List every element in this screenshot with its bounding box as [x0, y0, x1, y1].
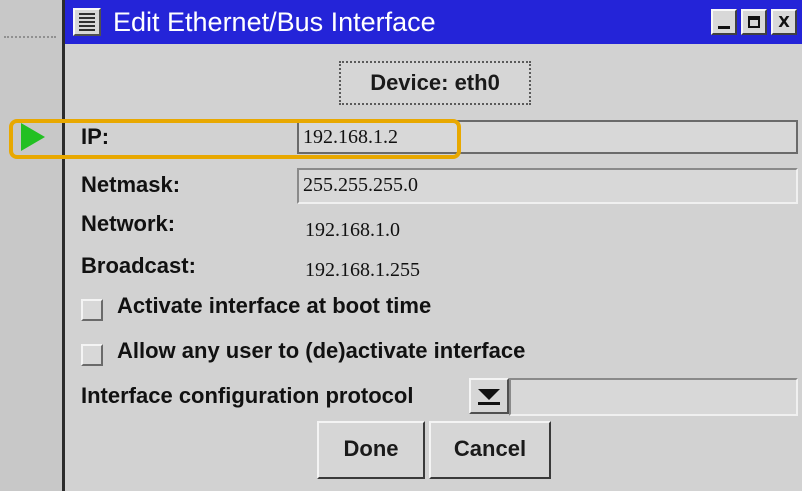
maximize-button[interactable] [741, 9, 767, 35]
dropdown-bar-icon [478, 402, 500, 405]
broadcast-label: Broadcast: [81, 253, 196, 278]
close-button[interactable]: X [771, 9, 797, 35]
allow-any-user-checkbox[interactable] [81, 344, 103, 366]
device-button[interactable]: Device: eth0 [339, 61, 531, 105]
netmask-input[interactable]: 255.255.255.0 [297, 168, 798, 204]
chevron-down-icon [478, 389, 500, 400]
minimize-button[interactable] [711, 9, 737, 35]
title-bar[interactable]: Edit Ethernet/Bus Interface X [65, 0, 802, 44]
dialog-content: Device: eth0 IP: 192.168.1.2 Netmask: 25… [9, 44, 802, 491]
window-menu-icon[interactable] [73, 8, 101, 36]
protocol-dropdown-button[interactable] [469, 378, 509, 414]
network-label: Network: [81, 211, 176, 236]
cancel-button[interactable]: Cancel [429, 421, 551, 479]
protocol-select[interactable] [509, 378, 798, 416]
activate-at-boot-label: Activate interface at boot time [117, 293, 432, 318]
background-desktop-strip [0, 0, 62, 491]
network-value: 192.168.1.0 [305, 219, 400, 241]
window-title: Edit Ethernet/Bus Interface [113, 7, 436, 37]
activate-at-boot-checkbox[interactable] [81, 299, 103, 321]
edit-interface-dialog: Edit Ethernet/Bus Interface X Device: et… [9, 0, 802, 491]
pointer-arrow-icon [21, 123, 45, 151]
desktop-dotted-line [4, 36, 56, 38]
broadcast-value: 192.168.1.255 [305, 259, 420, 281]
protocol-label: Interface configuration protocol [81, 383, 414, 408]
done-button[interactable]: Done [317, 421, 425, 479]
close-icon: X [778, 13, 790, 31]
maximize-icon [748, 16, 760, 28]
allow-any-user-label: Allow any user to (de)activate interface [117, 338, 526, 363]
ip-label: IP: [81, 124, 110, 149]
minimize-icon [718, 26, 730, 29]
ip-input[interactable]: 192.168.1.2 [297, 120, 798, 154]
netmask-label: Netmask: [81, 172, 181, 197]
